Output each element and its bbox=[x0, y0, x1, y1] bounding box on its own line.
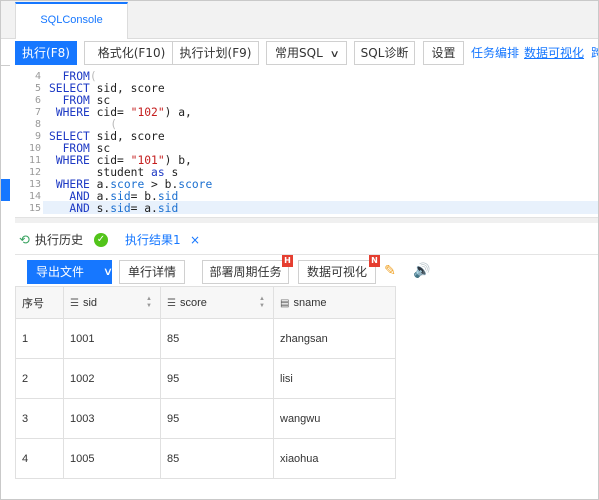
table-header-row: 序号 ☰ sid ▲ ▼ ☰ score ▲ ▼ ▤ sname bbox=[15, 286, 396, 319]
code-token: AND bbox=[69, 202, 90, 215]
line-number: 7 bbox=[34, 107, 41, 118]
column-header-label: sname bbox=[293, 296, 327, 309]
chevron-down-icon: ∨ bbox=[102, 265, 114, 278]
history-icon: ⟲ bbox=[19, 233, 30, 248]
sql-editor[interactable]: 4 5 6 7 8 9 10 11 12 13 14 15 FROM(SELECT sid, scor… bbox=[15, 71, 598, 217]
cell-score[interactable]: 85 bbox=[160, 318, 274, 359]
line-number: 15 bbox=[28, 203, 41, 214]
code-token: sid bbox=[110, 202, 131, 215]
chevron-down-icon: ∨ bbox=[329, 49, 340, 60]
result-tabs: ⟲ 执行历史 ✓ 执行结果1 × bbox=[15, 225, 598, 255]
sort-icon[interactable]: ▲ ▼ bbox=[259, 296, 265, 310]
result-data-visualization-button[interactable]: 数据可视化 N bbox=[298, 255, 380, 284]
line-number-gutter: 4 5 6 7 8 9 10 11 12 13 14 15 bbox=[15, 71, 43, 217]
cell-sid[interactable]: 1002 bbox=[63, 358, 161, 399]
list-column-icon: ☰ bbox=[167, 297, 176, 309]
code-token: "102" bbox=[130, 106, 165, 119]
code-token: sid bbox=[157, 202, 179, 215]
cell-score[interactable]: 95 bbox=[160, 358, 274, 399]
cell-sname[interactable]: wangwu bbox=[273, 398, 396, 439]
cross-database-link-cut[interactable]: 跨 bbox=[591, 41, 598, 65]
column-header-label: sid bbox=[82, 296, 98, 309]
line-number: 4 bbox=[34, 71, 41, 82]
line-number: 14 bbox=[28, 191, 41, 202]
left-panel-active-marker[interactable] bbox=[1, 179, 10, 201]
cell-sid[interactable]: 1005 bbox=[63, 438, 161, 479]
column-header-label: 序号 bbox=[22, 297, 44, 310]
cell-index: 1 bbox=[15, 318, 64, 359]
cell-sid[interactable]: 1001 bbox=[63, 318, 161, 359]
list-column-icon: ☰ bbox=[70, 297, 79, 309]
code-token: s. bbox=[89, 202, 111, 215]
execution-plan-button[interactable]: 执行计划(F9) bbox=[172, 41, 259, 65]
sort-icon[interactable]: ▲ ▼ bbox=[146, 296, 152, 310]
code-area[interactable]: FROM(SELECT sid, score FROM sc WHERE cid… bbox=[49, 71, 598, 217]
text-column-icon: ▤ bbox=[280, 297, 290, 309]
tab-execution-result-1[interactable]: 执行结果1 bbox=[125, 231, 181, 249]
execute-button[interactable]: 执行(F8) bbox=[15, 41, 77, 65]
tab-sqlconsole[interactable]: SQLConsole bbox=[15, 2, 128, 39]
history-label: 执行历史 bbox=[35, 233, 84, 247]
cell-sname[interactable]: xiaohua bbox=[273, 438, 396, 479]
table-row[interactable]: 2 1002 95 lisi bbox=[15, 358, 396, 399]
cell-sname[interactable]: zhangsan bbox=[273, 318, 396, 359]
deploy-periodic-task-label: 部署周期任务 bbox=[209, 265, 282, 279]
speaker-icon[interactable]: 🔊 bbox=[413, 263, 430, 279]
column-header-sid[interactable]: ☰ sid ▲ ▼ bbox=[63, 286, 161, 319]
line-number: 11 bbox=[28, 155, 41, 166]
hot-badge: H bbox=[282, 255, 293, 267]
settings-button[interactable]: 设置 bbox=[423, 41, 464, 65]
cell-index: 2 bbox=[15, 358, 64, 399]
left-panel-divider bbox=[1, 65, 10, 66]
column-header-label: score bbox=[179, 296, 207, 309]
common-sql-dropdown[interactable]: 常用SQL ∨ bbox=[266, 41, 347, 65]
editor-toolbar: 执行(F8) 格式化(F10) 执行计划(F9) 常用SQL ∨ SQL诊断 设置… bbox=[15, 41, 598, 67]
cell-index: 4 bbox=[15, 438, 64, 479]
cell-score[interactable]: 95 bbox=[160, 398, 274, 439]
table-row[interactable]: 1 1001 85 zhangsan bbox=[15, 318, 396, 359]
line-number: 8 bbox=[34, 119, 41, 130]
line-number: 9 bbox=[34, 131, 41, 142]
tab-execution-history[interactable]: ⟲ 执行历史 bbox=[19, 231, 83, 249]
task-orchestration-link[interactable]: 任务编排 bbox=[471, 41, 519, 65]
data-visualization-link[interactable]: 数据可视化 bbox=[524, 41, 584, 65]
column-header-score[interactable]: ☰ score ▲ ▼ bbox=[160, 286, 274, 319]
close-result-tab-icon[interactable]: × bbox=[190, 231, 200, 249]
cell-sname[interactable]: lisi bbox=[273, 358, 396, 399]
format-button[interactable]: 格式化(F10) bbox=[84, 41, 179, 65]
editor-horizontal-scrollbar[interactable] bbox=[15, 217, 598, 223]
sql-diagnose-button[interactable]: SQL诊断 bbox=[354, 41, 415, 65]
export-file-label: 导出文件 bbox=[36, 265, 85, 279]
line-number: 10 bbox=[28, 143, 41, 154]
new-badge: N bbox=[369, 255, 380, 267]
code-token: ) a, bbox=[164, 106, 192, 119]
code-token: score bbox=[178, 178, 213, 191]
table-row[interactable]: 3 1003 95 wangwu bbox=[15, 398, 396, 439]
code-line[interactable]: AND s.sid= a.sid bbox=[49, 203, 178, 215]
result-table: 序号 ☰ sid ▲ ▼ ☰ score ▲ ▼ ▤ sname 1 1001 85 zhan… bbox=[15, 286, 396, 479]
export-file-button[interactable]: 导出文件 ∨ bbox=[27, 260, 114, 284]
line-number: 13 bbox=[28, 179, 41, 190]
column-header-sname[interactable]: ▤ sname bbox=[273, 286, 396, 319]
edit-pen-icon[interactable]: ✎ bbox=[382, 263, 398, 279]
success-check-icon: ✓ bbox=[94, 233, 108, 247]
cell-score[interactable]: 85 bbox=[160, 438, 274, 479]
line-number: 12 bbox=[28, 167, 41, 178]
row-detail-button[interactable]: 单行详情 bbox=[119, 260, 185, 284]
cell-index: 3 bbox=[15, 398, 64, 439]
result-toolbar: 导出文件 ∨ 单行详情 部署周期任务 H 数据可视化 N ✎ 🔊 bbox=[15, 255, 598, 285]
result-data-visualization-label: 数据可视化 bbox=[306, 265, 367, 279]
deploy-periodic-task-button[interactable]: 部署周期任务 H bbox=[202, 255, 293, 284]
line-number: 5 bbox=[34, 83, 41, 94]
tab-bar: SQLConsole bbox=[1, 1, 598, 39]
column-header-index: 序号 bbox=[15, 286, 64, 319]
common-sql-label: 常用SQL bbox=[275, 46, 323, 60]
cell-sid[interactable]: 1003 bbox=[63, 398, 161, 439]
table-row[interactable]: 4 1005 85 xiaohua bbox=[15, 438, 396, 479]
line-number: 6 bbox=[34, 95, 41, 106]
code-token: = a. bbox=[130, 202, 158, 215]
sql-console-window: SQLConsole 执行(F8) 格式化(F10) 执行计划(F9) 常用SQ… bbox=[0, 0, 599, 500]
